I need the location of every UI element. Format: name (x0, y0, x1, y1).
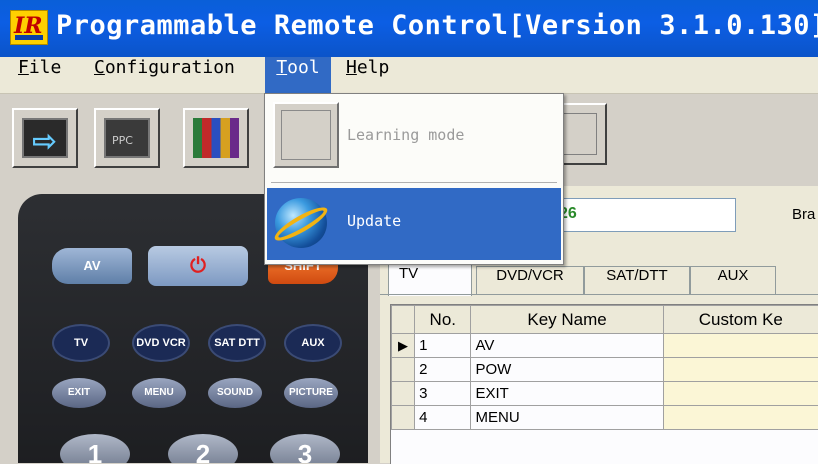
remote-dvd-button[interactable]: DVD VCR (132, 324, 190, 362)
remote-aux-button[interactable]: AUX (284, 324, 342, 362)
remote-tv-button[interactable]: TV (52, 324, 110, 362)
cell-key-name[interactable]: AV (471, 334, 663, 358)
menu-help-accel: H (346, 57, 357, 78)
menu-separator (271, 182, 557, 183)
cell-no[interactable]: 3 (415, 382, 471, 406)
cell-key-name[interactable]: EXIT (471, 382, 663, 406)
table-row[interactable]: 2 POW (392, 358, 818, 382)
window-title: Programmable Remote Control[Version 3.1.… (56, 10, 818, 41)
remote-av-button[interactable]: AV (52, 248, 132, 284)
tab-tv[interactable]: TV (388, 264, 472, 296)
cell-no[interactable]: 1 (415, 334, 471, 358)
arrow-right-icon: ⇨ (32, 124, 57, 159)
grid-header-row: No. Key Name Custom Ke (392, 306, 818, 334)
cell-no[interactable]: 4 (415, 406, 471, 430)
row-indicator (392, 358, 415, 382)
tool-menu-dropdown: Learning mode Update (264, 93, 564, 265)
table-row[interactable]: 3 EXIT (392, 382, 818, 406)
column-header-custom-key[interactable]: Custom Ke (663, 306, 818, 334)
row-indicator (392, 382, 415, 406)
learning-mode-icon (273, 102, 339, 168)
tab-aux[interactable]: AUX (690, 266, 776, 294)
cell-custom-key[interactable] (663, 358, 818, 382)
ppc-button[interactable]: PPC (94, 108, 160, 168)
menu-help-label: elp (357, 57, 390, 78)
globe-update-icon (275, 198, 327, 248)
key-grid: No. Key Name Custom Ke ▶ 1 AV 2 POW 3 EX… (390, 304, 818, 464)
code-field[interactable]: 26 (558, 198, 736, 232)
brand-label: Bra (792, 206, 815, 223)
menu-file-accel: F (18, 57, 29, 78)
current-row-indicator-icon: ▶ (392, 334, 415, 358)
menu-configuration[interactable]: Configuration (90, 57, 239, 93)
remote-power-button[interactable]: ⏻ (148, 246, 248, 286)
remote-sat-button[interactable]: SAT DTT (208, 324, 266, 362)
menu-configuration-label: onfiguration (105, 57, 235, 78)
row-indicator-header (392, 306, 415, 334)
menu-item-update-label: Update (347, 212, 401, 230)
column-header-no[interactable]: No. (415, 306, 471, 334)
title-bar: IR Programmable Remote Control[Version 3… (0, 0, 818, 57)
menu-bar: File Configuration Tool Help (0, 57, 818, 94)
cell-no[interactable]: 2 (415, 358, 471, 382)
menu-tool-label: ool (287, 57, 320, 78)
tab-sat-dtt[interactable]: SAT/DTT (584, 266, 690, 294)
remote-picture-button[interactable]: PICTURE (284, 378, 338, 408)
send-button[interactable]: ⇨ (12, 108, 78, 168)
column-header-key-name[interactable]: Key Name (471, 306, 663, 334)
menu-tool[interactable]: Tool (265, 57, 331, 93)
app-icon: IR (10, 10, 48, 45)
table-row[interactable]: ▶ 1 AV (392, 334, 818, 358)
cell-key-name[interactable]: MENU (471, 406, 663, 430)
menu-configuration-accel: C (94, 57, 105, 78)
library-button[interactable] (183, 108, 249, 168)
device-tabs: TV DVD/VCR SAT/DTT AUX (380, 264, 818, 294)
menu-tool-accel: T (276, 57, 287, 78)
menu-item-update[interactable]: Update (267, 188, 561, 260)
remote-exit-button[interactable]: EXIT (52, 378, 106, 408)
books-icon (193, 118, 239, 158)
menu-file-label: ile (29, 57, 62, 78)
cell-custom-key[interactable] (663, 406, 818, 430)
remote-sound-button[interactable]: SOUND (208, 378, 262, 408)
menu-item-learning-mode-label: Learning mode (347, 126, 464, 144)
menu-item-learning-mode[interactable]: Learning mode (267, 96, 561, 176)
tab-dvd-vcr[interactable]: DVD/VCR (476, 266, 584, 294)
cell-key-name[interactable]: POW (471, 358, 663, 382)
remote-menu-button[interactable]: MENU (132, 378, 186, 408)
row-indicator (392, 406, 415, 430)
cell-custom-key[interactable] (663, 334, 818, 358)
menu-file[interactable]: File (14, 57, 65, 93)
cell-custom-key[interactable] (663, 382, 818, 406)
ppc-icon: PPC (112, 134, 133, 147)
table-row[interactable]: 4 MENU (392, 406, 818, 430)
menu-help[interactable]: Help (342, 57, 393, 93)
